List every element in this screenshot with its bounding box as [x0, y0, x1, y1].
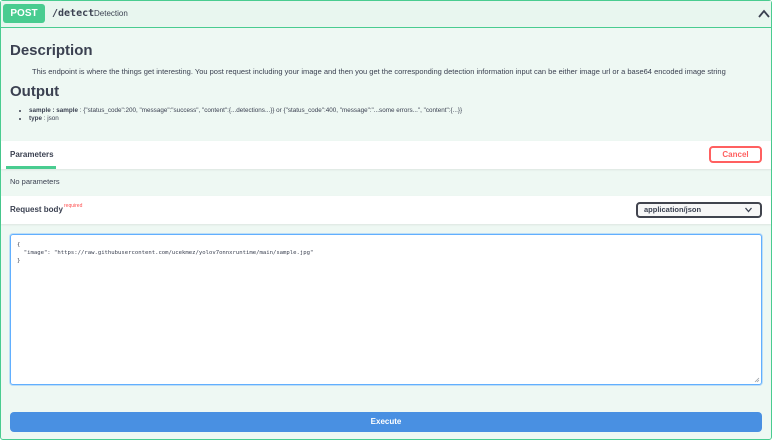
output-item-sample: sample : sample : {"status_code":200, "m…	[29, 107, 462, 115]
description-heading: Description	[10, 42, 93, 59]
output-item-type: type : json	[29, 115, 462, 123]
active-tab-indicator	[6, 166, 56, 169]
execute-button[interactable]: Execute	[10, 412, 762, 432]
output-list: sample : sample : {"status_code":200, "m…	[21, 107, 462, 123]
operation-summary[interactable]: POST /detect Detection	[1, 1, 771, 28]
endpoint-summary: Detection	[94, 9, 128, 18]
parameters-header: Parameters Cancel	[1, 141, 771, 169]
no-parameters-text: No parameters	[10, 177, 60, 186]
output-value: : json	[41, 115, 59, 122]
output-heading: Output	[10, 83, 60, 100]
request-body-editor[interactable]: { "image": "https://raw.githubuserconten…	[10, 234, 762, 385]
content-type-select[interactable]: application/json	[636, 202, 762, 218]
output-key: sample : sample	[29, 107, 78, 114]
request-body-header: Request body required application/json	[1, 196, 771, 224]
content-type-value: application/json	[644, 205, 702, 214]
cancel-button[interactable]: Cancel	[709, 146, 762, 163]
required-marker: required	[64, 203, 83, 209]
http-method-badge: POST	[3, 4, 45, 23]
request-body-label: Request body	[10, 205, 63, 214]
output-key: type	[29, 115, 42, 122]
output-value: : {"status_code":200, "message":"success…	[78, 107, 463, 114]
tab-parameters[interactable]: Parameters	[10, 150, 54, 159]
chevron-down-icon	[745, 207, 752, 213]
description-text: This endpoint is where the things get in…	[32, 67, 726, 76]
endpoint-path: /detect	[52, 8, 95, 19]
operation-block-post-detect: POST /detect Detection Description This …	[0, 0, 772, 440]
resize-handle-icon[interactable]	[754, 377, 760, 383]
chevron-up-icon[interactable]	[757, 7, 771, 21]
